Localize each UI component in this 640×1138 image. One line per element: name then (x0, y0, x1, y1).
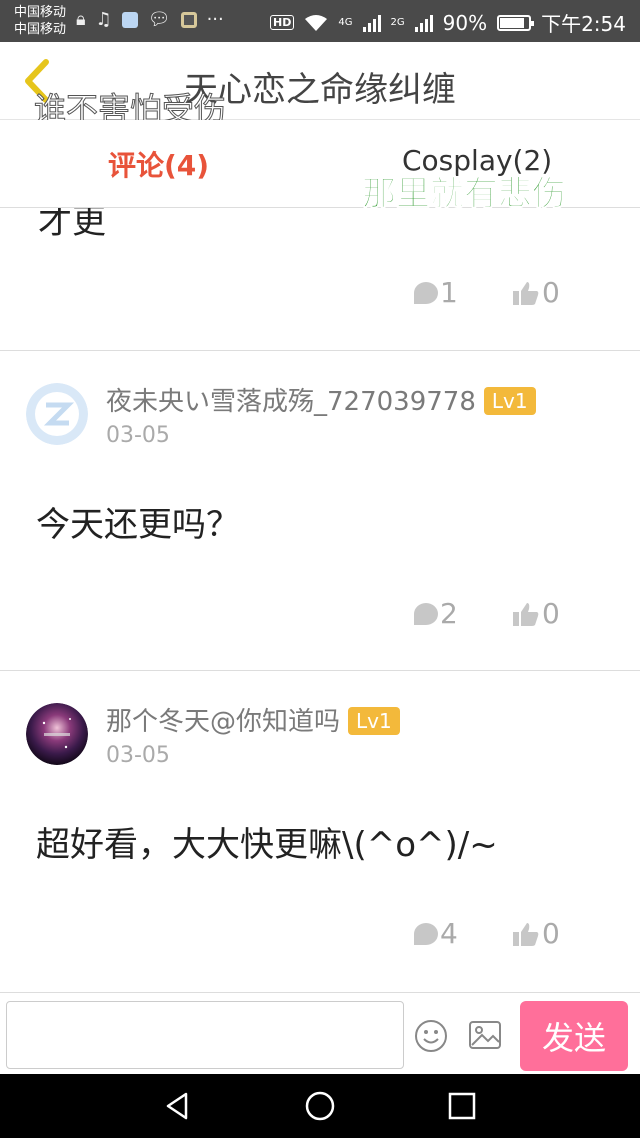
emoji-icon[interactable] (414, 1019, 448, 1053)
recents-nav-icon[interactable] (446, 1090, 478, 1122)
carrier-1: 中国移动 (14, 5, 67, 20)
level-badge: Lv1 (348, 707, 400, 735)
signal-icon-2 (414, 14, 433, 32)
network-4g-label: 4G (338, 17, 353, 28)
comment-input-bar: 发送 (0, 992, 640, 1074)
tab-bar: 评论(4) Cosplay(2) 那里就有悲伤 (0, 120, 640, 215)
app-notification-icon-2 (180, 12, 197, 28)
carrier-2: 中国移动 (14, 22, 67, 37)
app-notification-icon (121, 12, 138, 28)
comment-item: 那个冬天@你知道吗 Lv1 03-05 超好看，大大快更嘛\(^o^)/~ 4 0 (0, 670, 640, 992)
home-nav-icon[interactable] (304, 1090, 336, 1122)
comment-text: 今天还更吗？ (36, 505, 240, 545)
more-notifications-icon: ··· (206, 9, 224, 30)
username-text: 夜未央い雪落成殇_727039778 (106, 387, 476, 417)
like-count: 0 (542, 276, 560, 309)
comment-text: 才更 (38, 208, 106, 242)
username[interactable]: 那个冬天@你知道吗 Lv1 (106, 701, 400, 738)
like-count: 0 (542, 597, 560, 630)
hd-icon: HD (270, 15, 295, 30)
clock: 下午2:54 (541, 12, 626, 36)
username-text: 那个冬天@你知道吗 (106, 707, 341, 737)
comment-date: 03-05 (106, 743, 170, 768)
comment-actions: 4 0 (0, 917, 640, 957)
comment-bubble-icon (414, 281, 438, 304)
music-icon: ♫ (95, 9, 112, 30)
reply-count: 4 (440, 917, 458, 950)
thumbs-up-icon (513, 602, 539, 626)
comment-actions: 2 0 (0, 597, 640, 637)
avatar[interactable] (26, 703, 88, 765)
wechat-icon: 💬︎ (147, 9, 171, 30)
signal-icon (362, 14, 381, 32)
avatar[interactable] (26, 383, 88, 445)
username[interactable]: 夜未央い雪落成殇_727039778 Lv1 (106, 381, 536, 418)
reply-button[interactable]: 1 (414, 276, 458, 309)
reply-button[interactable]: 2 (414, 597, 458, 630)
battery-icon (497, 14, 535, 31)
like-button[interactable]: 0 (512, 597, 560, 630)
send-button[interactable]: 发送 (520, 1001, 628, 1071)
network-2g-label: 2G (390, 17, 405, 28)
image-icon[interactable] (468, 1019, 502, 1051)
comment-date: 03-05 (106, 423, 170, 448)
app-header: 天心恋之命缘纠缠 谁不害怕受伤 (0, 42, 640, 129)
thumbs-up-icon (513, 922, 539, 946)
back-nav-icon[interactable] (162, 1090, 194, 1122)
comment-bubble-icon (414, 922, 438, 945)
like-button[interactable]: 0 (512, 917, 560, 950)
comment-bubble-icon (414, 602, 438, 625)
system-nav-bar (0, 1074, 640, 1138)
comment-list[interactable]: 才更 1 0 夜未央い雪落成殇_727039778 Lv1 03-05 今天还更吗… (0, 208, 640, 992)
battery-percent: 90% (442, 10, 488, 35)
notification-icons: 🔒︎ ♫ 💬︎ ··· (76, 10, 224, 30)
thumbs-up-icon (513, 281, 539, 305)
comment-item: 夜未央い雪落成殇_727039778 Lv1 03-05 今天还更吗？ 2 0 (0, 350, 640, 670)
wifi-icon (305, 14, 328, 31)
level-badge: Lv1 (483, 387, 536, 415)
like-count: 0 (542, 917, 560, 950)
reply-button[interactable]: 4 (414, 917, 458, 950)
reply-count: 2 (440, 597, 458, 630)
like-button[interactable]: 0 (512, 276, 560, 309)
status-right: HD 4G 2G 90% 下午2:54 (270, 8, 626, 37)
carrier-labels: 中国移动 中国移动 (14, 4, 66, 38)
reply-count: 1 (440, 276, 458, 309)
lock-icon: 🔒︎ (76, 9, 86, 30)
comment-actions: 1 0 (0, 276, 640, 316)
status-bar: 中国移动 中国移动 🔒︎ ♫ 💬︎ ··· HD 4G 2G 90% 下午2:5… (0, 0, 640, 42)
comment-text: 超好看，大大快更嘛\(^o^)/~ (36, 825, 498, 865)
tab-comments[interactable]: 评论(4) (108, 144, 209, 184)
comment-input[interactable] (6, 1001, 404, 1069)
